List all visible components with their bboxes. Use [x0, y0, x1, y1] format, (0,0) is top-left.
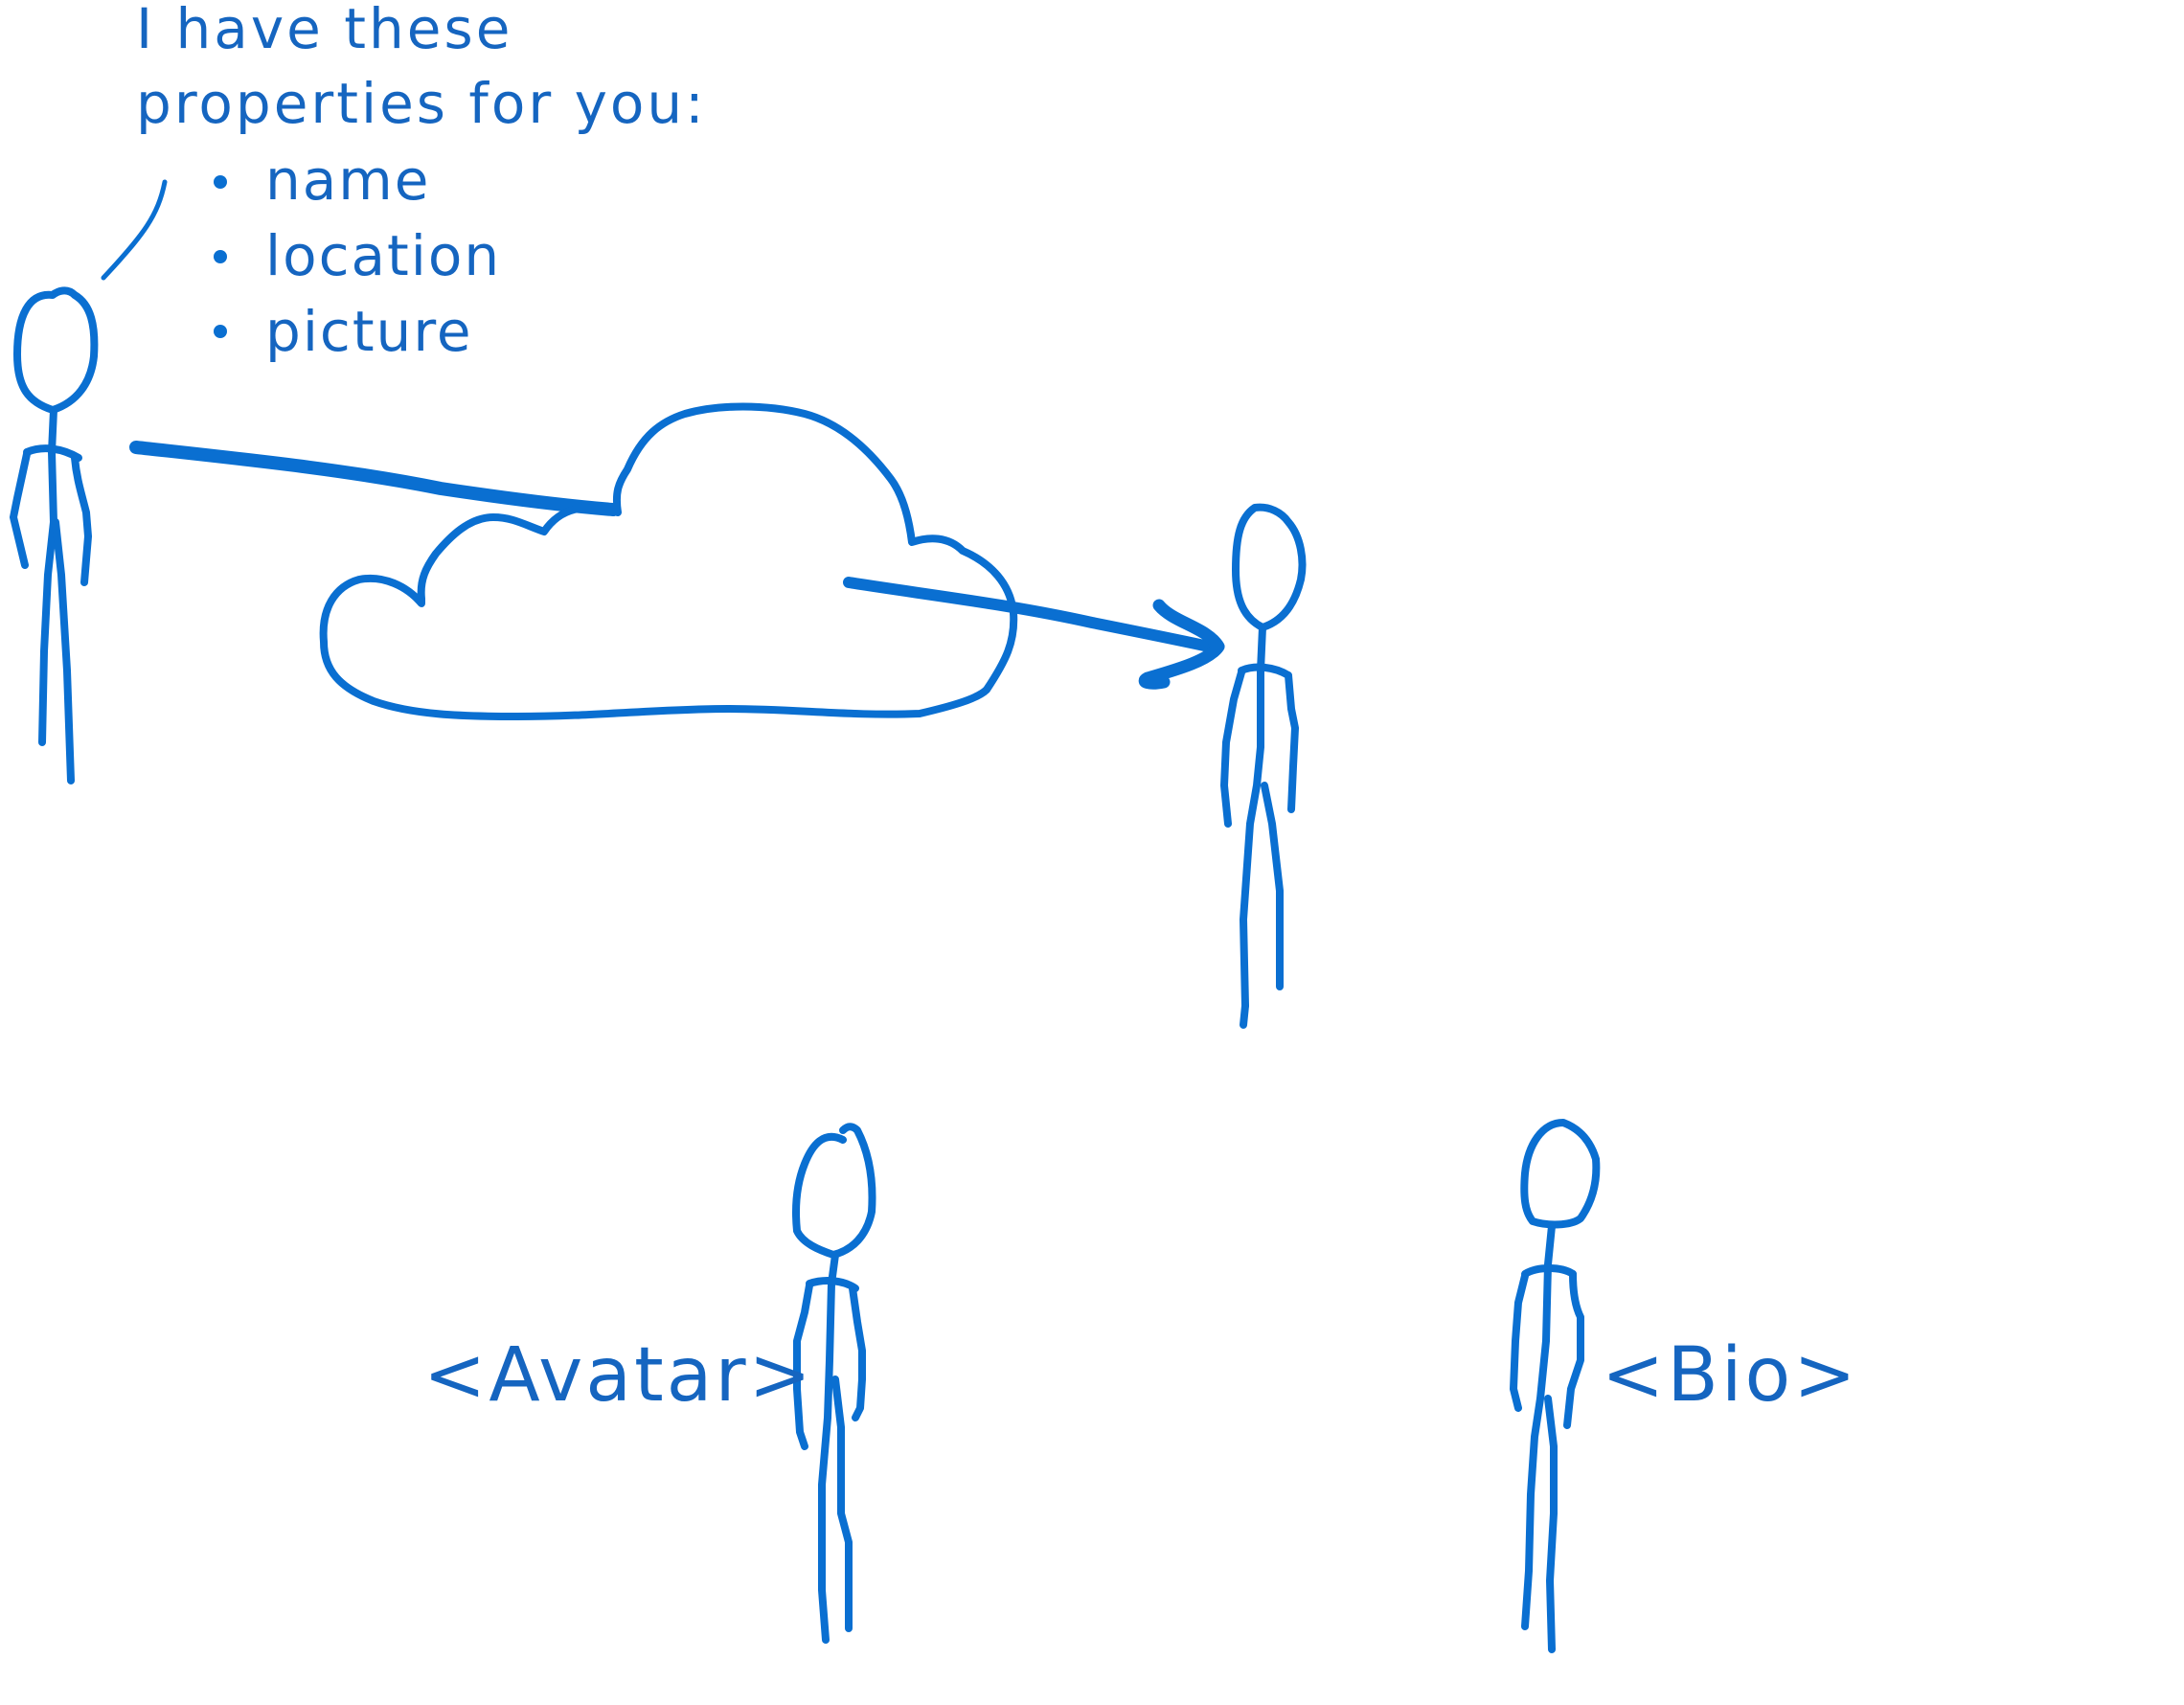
- figure-body: [818, 1251, 839, 1644]
- speech-line-2: properties for you:: [136, 71, 707, 136]
- figure-arm-right: [71, 454, 92, 586]
- figure-arm-right: [1285, 671, 1299, 813]
- bullet-item-location: location: [265, 223, 501, 288]
- figure-body: [38, 406, 57, 746]
- figure-shoulders: [1238, 663, 1292, 679]
- cloud-shape: [319, 402, 1018, 720]
- figure-leg-right: [1544, 1395, 1558, 1653]
- figure-leg-right: [831, 1375, 853, 1632]
- figure-leg-right: [1261, 782, 1284, 990]
- figure-arm-right: [1563, 1270, 1584, 1429]
- stick-figure-recipient: [1220, 503, 1307, 1029]
- diagram-canvas: I have these properties for you: name lo…: [10, 0, 1859, 1653]
- figure-head: [13, 286, 99, 414]
- speech-tail: [101, 179, 168, 281]
- bullet-dot: [214, 250, 227, 263]
- figure-body: [1240, 624, 1266, 1010]
- speech-line-1: I have these: [136, 0, 512, 61]
- figure-head: [791, 1123, 876, 1259]
- bullet-item-name: name: [265, 148, 430, 213]
- bullet-dot: [214, 175, 227, 189]
- figure-arm-left: [1220, 669, 1245, 828]
- arrow-to-recipient: [843, 577, 1215, 652]
- figure-leg-right: [52, 518, 75, 784]
- figure-head: [1232, 503, 1307, 631]
- figure-arm-right: [849, 1284, 866, 1421]
- label-bio: <Bio>: [1602, 1332, 1859, 1419]
- bullet-item-picture: picture: [265, 299, 473, 364]
- figure-head: [1520, 1119, 1601, 1229]
- figure-leg-left-bottom: [1240, 1002, 1249, 1029]
- stick-figure-bio: [1510, 1119, 1601, 1653]
- figure-arm-left: [1510, 1272, 1529, 1412]
- arrow-into-cloud: [129, 441, 620, 516]
- label-avatar: <Avatar>: [423, 1332, 814, 1419]
- figure-arm-left: [10, 450, 31, 569]
- bullet-dot: [214, 325, 227, 338]
- speech-text: I have these properties for you: name lo…: [136, 0, 707, 364]
- stick-figure-speaker: [10, 286, 99, 784]
